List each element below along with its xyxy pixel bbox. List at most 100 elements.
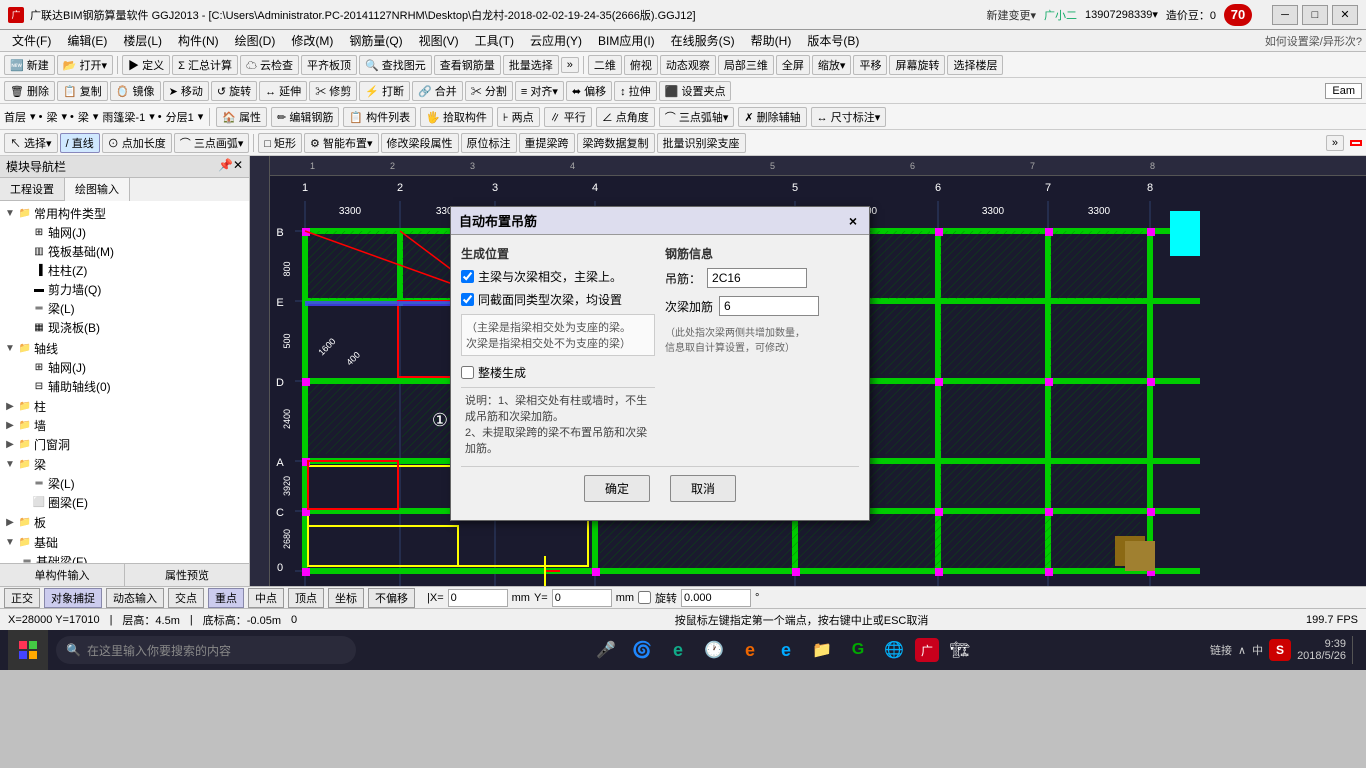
btn-copy[interactable]: 📋 复制: [57, 81, 108, 101]
tree-row-common[interactable]: ▼ 📁 常用构件类型: [2, 204, 247, 223]
tree-area[interactable]: ▼ 📁 常用构件类型 ⊞轴网(J) ▥筏板基础(M) ▐柱柱(Z) ▬剪力墙(Q…: [0, 201, 249, 563]
btn-2d[interactable]: 二维: [588, 55, 622, 75]
phone-info[interactable]: 13907298339▾: [1085, 8, 1158, 21]
input-y[interactable]: [552, 589, 612, 607]
checkbox-whole-floor[interactable]: [461, 366, 474, 379]
eam-label[interactable]: Eam: [1325, 83, 1362, 99]
taskbar-app1[interactable]: 广: [915, 638, 939, 662]
taskbar-start-button[interactable]: [8, 630, 48, 670]
btn-set-grip[interactable]: ⬛ 设置夹点: [659, 81, 732, 101]
tree-row-raftfound[interactable]: ▥筏板基础(M): [16, 242, 247, 261]
taskbar-folder[interactable]: 📁: [807, 635, 837, 665]
btn-property[interactable]: 🏠 属性: [216, 107, 267, 127]
btn-dynamic-view[interactable]: 动态观察: [660, 55, 716, 75]
btn-split[interactable]: ✂ 分割: [465, 81, 513, 101]
btn-parallel[interactable]: ∥ 平行: [544, 107, 592, 127]
menu-view[interactable]: 视图(V): [411, 30, 467, 51]
input-secondary-rebar[interactable]: [719, 296, 819, 316]
btn-prop-preview[interactable]: 属性预览: [125, 564, 249, 586]
input-hanger-rebar[interactable]: [707, 268, 807, 288]
taskbar-up-arrow[interactable]: ∧: [1238, 644, 1246, 657]
snap-dynamic[interactable]: 动态输入: [106, 588, 164, 608]
btn-copy-span[interactable]: 梁跨数据复制: [577, 133, 655, 153]
btn-new[interactable]: 🆕 新建: [4, 55, 55, 75]
taskbar-datetime[interactable]: 9:39 2018/5/26: [1297, 638, 1346, 662]
btn-select[interactable]: ↖ 选择▾: [4, 133, 58, 153]
btn-angle[interactable]: ∠ 点角度: [596, 107, 655, 127]
tree-row-slab[interactable]: ▦现浇板(B): [16, 318, 247, 337]
btn-pan[interactable]: 平移: [853, 55, 887, 75]
menu-edit[interactable]: 编辑(E): [59, 30, 115, 51]
taskbar-search-bar[interactable]: 🔍 在这里输入你要搜索的内容: [56, 636, 356, 664]
snap-object[interactable]: 对象捕捉: [44, 588, 102, 608]
menu-online[interactable]: 在线服务(S): [663, 30, 743, 51]
expand-dw[interactable]: ▶: [4, 439, 16, 451]
btn-trim[interactable]: ✂ 修剪: [309, 81, 357, 101]
tab-draw-input[interactable]: 绘图输入: [65, 178, 130, 201]
btn-edit-rebar[interactable]: ✏ 编辑钢筋: [271, 107, 339, 127]
taskbar-app2[interactable]: 🏗: [945, 635, 975, 665]
tree-row-column[interactable]: ▶ 📁 柱: [2, 397, 247, 416]
btn-align-slab[interactable]: 平齐板顶: [301, 55, 357, 75]
tree-row-col[interactable]: ▐柱柱(Z): [16, 261, 247, 280]
expand-wall[interactable]: ▶: [4, 420, 16, 432]
taskbar-globe[interactable]: 🌐: [879, 635, 909, 665]
snap-coord[interactable]: 坐标: [328, 588, 364, 608]
btn-rect[interactable]: □ 矩形: [258, 133, 302, 153]
btn-zoom[interactable]: 缩放▾: [812, 55, 852, 75]
btn-find[interactable]: 🔍 查找图元: [359, 55, 432, 75]
btn-comp-list[interactable]: 📋 构件列表: [343, 107, 416, 127]
snap-no-offset[interactable]: 不偏移: [368, 588, 415, 608]
tree-row-slab-group[interactable]: ▶ 📁 板: [2, 513, 247, 532]
btn-more2[interactable]: »: [1326, 135, 1344, 151]
taskbar-cortana[interactable]: 🌀: [627, 635, 657, 665]
dialog-close-button[interactable]: ×: [845, 213, 861, 229]
tree-row-axisnet[interactable]: ⊞轴网(J): [16, 223, 247, 242]
expand-beam-group[interactable]: ▼: [4, 459, 16, 471]
menu-component[interactable]: 构件(N): [170, 30, 227, 51]
btn-cancel[interactable]: 取消: [670, 475, 736, 502]
btn-top-view[interactable]: 俯视: [624, 55, 658, 75]
btn-arc[interactable]: ⌒ 三点画弧▾: [174, 133, 250, 153]
minimize-button[interactable]: ─: [1272, 5, 1298, 25]
menu-floor[interactable]: 楼层(L): [115, 30, 170, 51]
btn-rotate[interactable]: 屏幕旋转: [889, 55, 945, 75]
tree-row-axis[interactable]: ▼ 📁 轴线: [2, 339, 247, 358]
btn-define[interactable]: ▶ 定义: [122, 55, 170, 75]
btn-origin-mark[interactable]: 原位标注: [461, 133, 517, 153]
menu-help[interactable]: 帮助(H): [743, 30, 800, 51]
new-change-btn[interactable]: 新建变更▾: [987, 7, 1037, 23]
btn-rotate-mod[interactable]: ↺ 旋转: [211, 81, 257, 101]
tree-row-wall[interactable]: ▶ 📁 墙: [2, 416, 247, 435]
tree-row-beam-group[interactable]: ▼ 📁 梁: [2, 455, 247, 474]
tree-row-ring-beam[interactable]: ⬜圈梁(E): [16, 493, 247, 512]
taskbar-browser1[interactable]: e: [663, 635, 693, 665]
tree-row-foundation[interactable]: ▼ 📁 基础: [2, 533, 247, 552]
taskbar-mic[interactable]: 🎤: [591, 635, 621, 665]
btn-view-rebar[interactable]: 查看钢筋量: [434, 55, 501, 75]
expand-slab[interactable]: ▶: [4, 517, 16, 529]
btn-local-3d[interactable]: 局部三维: [718, 55, 774, 75]
menu-modify[interactable]: 修改(M): [283, 30, 341, 51]
snap-midpoint[interactable]: 重点: [208, 588, 244, 608]
menu-bim[interactable]: BIM应用(I): [590, 30, 663, 51]
btn-delete[interactable]: 🗑 删除: [4, 81, 55, 101]
tree-row-beam-l[interactable]: ═梁(L): [16, 474, 247, 493]
menu-version[interactable]: 版本号(B): [799, 30, 867, 51]
btn-reget-span[interactable]: 重提梁跨: [519, 133, 575, 153]
snap-vertex[interactable]: 顶点: [288, 588, 324, 608]
menu-file[interactable]: 文件(F): [4, 30, 59, 51]
checkbox-main-beam[interactable]: [461, 270, 474, 283]
snap-center[interactable]: 中点: [248, 588, 284, 608]
btn-offset[interactable]: ⬌ 偏移: [566, 81, 612, 101]
btn-mirror[interactable]: 🪞 镜像: [110, 81, 161, 101]
btn-modify-seg[interactable]: 修改梁段属性: [381, 133, 459, 153]
btn-open[interactable]: 📂 打开▾: [57, 55, 113, 75]
btn-single-comp[interactable]: 单构件输入: [0, 564, 125, 586]
checkbox-same-section[interactable]: [461, 293, 474, 306]
btn-batch-identify[interactable]: 批量识别梁支座: [657, 133, 746, 153]
input-x[interactable]: [448, 589, 508, 607]
btn-fullscreen[interactable]: 全屏: [776, 55, 810, 75]
btn-three-arc[interactable]: ⌒ 三点弧轴▾: [659, 107, 735, 127]
maximize-button[interactable]: □: [1302, 5, 1328, 25]
